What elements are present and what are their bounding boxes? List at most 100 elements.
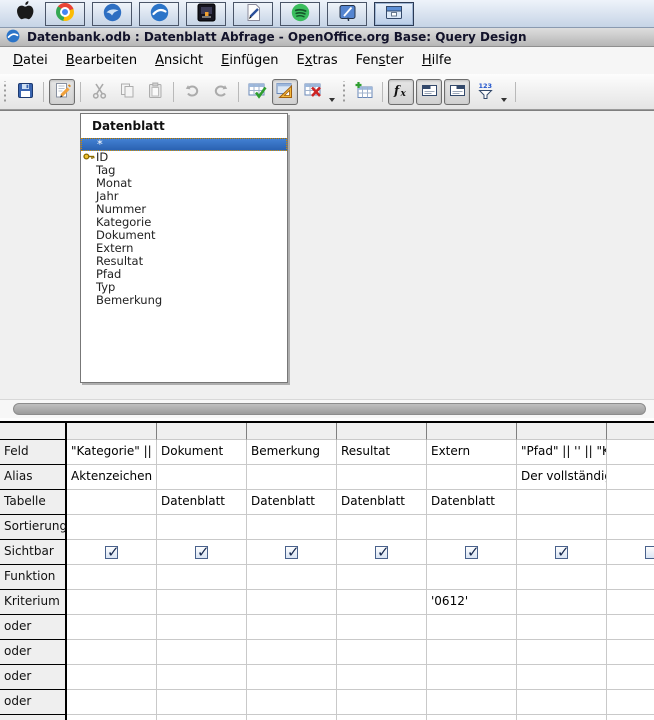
menu-datei[interactable]: Datei [4,50,57,71]
grid-column-header-2[interactable] [157,423,247,440]
grid-cell-oder-0-col2[interactable] [157,615,247,640]
menu-fenster[interactable]: Fenster [347,50,413,71]
grid-cell-oder-2-col1[interactable] [67,665,157,690]
grid-cell-oder-1-col4[interactable] [337,640,427,665]
edit-mode-button[interactable] [49,79,75,105]
grid-cell-alias-col4[interactable] [337,465,427,490]
grid-cell-oder-3-col6[interactable] [517,690,607,715]
toolbar-grip[interactable] [3,81,7,103]
grid-cell-funktion-col4[interactable] [337,565,427,590]
table-name-button[interactable] [416,79,442,105]
grid-cell-partial-col5[interactable] [427,715,517,720]
grid-cell-tabelle-col1[interactable] [67,490,157,515]
grid-cell-funktion-col2[interactable] [157,565,247,590]
save-button[interactable] [12,79,38,105]
field-list-header[interactable]: Datenblatt [81,114,287,138]
grid-cell-partial-col3[interactable] [247,715,337,720]
visible-checkbox-col6[interactable] [555,546,568,559]
grid-cell-kriterium-col5[interactable]: '0612' [427,590,517,615]
grid-cell-tabelle-col7[interactable] [607,490,654,515]
grid-cell-oder-0-col7[interactable] [607,615,654,640]
grid-cell-oder-0-col5[interactable] [427,615,517,640]
visible-checkbox-col2[interactable] [195,546,208,559]
grid-column-header-5[interactable] [427,423,517,440]
grid-cell-feld-col1[interactable]: "Kategorie" || '-' | [67,440,157,465]
design-view-on-off-button[interactable] [272,79,298,105]
taskbar-item-openoffice[interactable] [139,2,179,26]
grid-cell-feld-col2[interactable]: Dokument [157,440,247,465]
grid-cell-sortierung-col4[interactable] [337,515,427,540]
run-query-button[interactable] [244,79,270,105]
taskbar-item-archive[interactable] [374,2,414,26]
grid-cell-oder-1-col5[interactable] [427,640,517,665]
grid-column-header-3[interactable] [247,423,337,440]
grid-cell-oder-1-col2[interactable] [157,640,247,665]
grid-cell-tabelle-col2[interactable]: Datenblatt [157,490,247,515]
grid-cell-tabelle-col3[interactable]: Datenblatt [247,490,337,515]
menu-ansicht[interactable]: Ansicht [146,50,212,71]
grid-column-header-1[interactable] [67,423,157,440]
menu-extras[interactable]: Extras [288,50,347,71]
menu-einfgen[interactable]: Einfügen [212,50,287,71]
grid-cell-oder-2-col7[interactable] [607,665,654,690]
grid-cell-oder-2-col3[interactable] [247,665,337,690]
grid-cell-oder-1-col1[interactable] [67,640,157,665]
grid-cell-funktion-col6[interactable] [517,565,607,590]
toolbar-overflow-arrow[interactable] [501,98,507,102]
alias-button[interactable] [444,79,470,105]
grid-cell-oder-2-col2[interactable] [157,665,247,690]
grid-cell-partial-col2[interactable] [157,715,247,720]
grid-cell-kriterium-col2[interactable] [157,590,247,615]
grid-cell-alias-col7[interactable] [607,465,654,490]
horizontal-scrollbar-thumb[interactable] [13,403,646,415]
taskbar-item-thunderbird[interactable] [92,2,132,26]
grid-cell-oder-3-col7[interactable] [607,690,654,715]
grid-cell-alias-col1[interactable]: Aktenzeichen [67,465,157,490]
grid-cell-feld-col7[interactable] [607,440,654,465]
visible-checkbox-col3[interactable] [285,546,298,559]
field-list-item[interactable]: * [81,138,287,151]
toolbar-overflow-arrow[interactable] [329,98,335,102]
grid-cell-kriterium-col1[interactable] [67,590,157,615]
grid-cell-funktion-col3[interactable] [247,565,337,590]
grid-cell-oder-0-col1[interactable] [67,615,157,640]
grid-cell-funktion-col7[interactable] [607,565,654,590]
grid-cell-alias-col2[interactable] [157,465,247,490]
grid-cell-oder-0-col4[interactable] [337,615,427,640]
grid-cell-sortierung-col2[interactable] [157,515,247,540]
visible-checkbox-col7[interactable] [645,546,654,559]
grid-cell-oder-2-col6[interactable] [517,665,607,690]
grid-cell-oder-3-col2[interactable] [157,690,247,715]
apple-menu[interactable] [12,0,38,27]
grid-cell-sortierung-col3[interactable] [247,515,337,540]
grid-cell-partial-col6[interactable] [517,715,607,720]
grid-cell-sortierung-col5[interactable] [427,515,517,540]
clear-query-button[interactable] [300,79,326,105]
grid-cell-feld-col4[interactable]: Resultat [337,440,427,465]
grid-column-header-7[interactable] [607,423,654,440]
grid-column-header-4[interactable] [337,423,427,440]
grid-cell-sortierung-col1[interactable] [67,515,157,540]
grid-cell-tabelle-col6[interactable] [517,490,607,515]
taskbar-item-text-editor[interactable] [233,2,273,26]
grid-cell-oder-2-col5[interactable] [427,665,517,690]
grid-cell-oder-3-col4[interactable] [337,690,427,715]
taskbar-item-spotify[interactable] [280,2,320,26]
menu-bearbeiten[interactable]: Bearbeiten [57,50,146,71]
grid-cell-alias-col5[interactable] [427,465,517,490]
grid-cell-feld-col6[interactable]: "Pfad" || '' || "Kate [517,440,607,465]
grid-cell-oder-1-col3[interactable] [247,640,337,665]
grid-cell-oder-3-col5[interactable] [427,690,517,715]
toolbar-grip[interactable] [342,81,346,103]
add-table-button[interactable] [351,79,377,105]
grid-cell-feld-col5[interactable]: Extern [427,440,517,465]
visible-checkbox-col5[interactable] [465,546,478,559]
grid-cell-oder-0-col6[interactable] [517,615,607,640]
grid-cell-feld-col3[interactable]: Bemerkung [247,440,337,465]
menu-hilfe[interactable]: Hilfe [413,50,461,71]
grid-cell-sortierung-col6[interactable] [517,515,607,540]
grid-cell-oder-3-col3[interactable] [247,690,337,715]
horizontal-scrollbar[interactable] [0,399,654,418]
grid-cell-partial-col4[interactable] [337,715,427,720]
grid-cell-oder-3-col1[interactable] [67,690,157,715]
